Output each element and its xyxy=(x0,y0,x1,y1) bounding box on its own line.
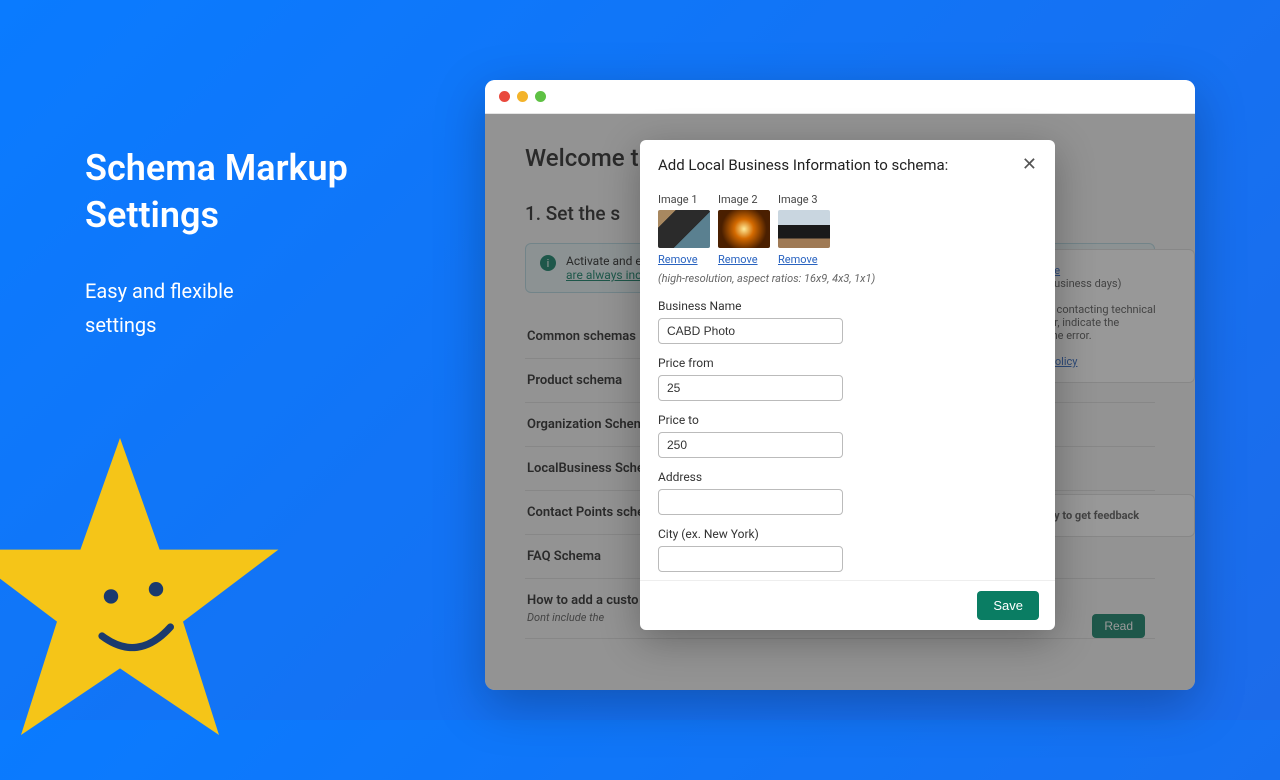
modal-body[interactable]: Image 1 Remove Image 2 Remove Image 3 Re… xyxy=(640,189,1055,580)
remove-image-2[interactable]: Remove xyxy=(718,253,758,266)
traffic-lights[interactable] xyxy=(499,91,546,102)
window-titlebar xyxy=(485,80,1195,114)
maximize-window-icon[interactable] xyxy=(535,91,546,102)
promo-text: Schema Markup Settings Easy and flexible… xyxy=(85,145,348,342)
image-thumbnail-3[interactable] xyxy=(778,210,830,248)
close-icon[interactable]: ✕ xyxy=(1022,154,1037,175)
image-hint: (high-resolution, aspect ratios: 16x9, 4… xyxy=(658,272,1037,285)
remove-image-3[interactable]: Remove xyxy=(778,253,818,266)
promo-subtitle: Easy and flexible settings xyxy=(85,274,348,342)
price-to-label: Price to xyxy=(658,413,1037,427)
price-from-input[interactable] xyxy=(658,375,843,401)
address-input[interactable] xyxy=(658,489,843,515)
star-mascot-icon xyxy=(0,420,300,780)
local-business-modal: Add Local Business Information to schema… xyxy=(640,140,1055,630)
address-label: Address xyxy=(658,470,1037,484)
price-to-input[interactable] xyxy=(658,432,843,458)
image-uploads: Image 1 Remove Image 2 Remove Image 3 Re… xyxy=(658,193,1037,266)
business-name-input[interactable] xyxy=(658,318,843,344)
price-from-label: Price from xyxy=(658,356,1037,370)
modal-footer: Save xyxy=(640,580,1055,630)
remove-image-1[interactable]: Remove xyxy=(658,253,698,266)
image-thumbnail-1[interactable] xyxy=(658,210,710,248)
city-input[interactable] xyxy=(658,546,843,572)
promo-title: Schema Markup Settings xyxy=(85,145,348,239)
close-window-icon[interactable] xyxy=(499,91,510,102)
modal-title: Add Local Business Information to schema… xyxy=(658,156,948,174)
save-button[interactable]: Save xyxy=(977,591,1039,620)
minimize-window-icon[interactable] xyxy=(517,91,528,102)
business-name-label: Business Name xyxy=(658,299,1037,313)
city-label: City (ex. New York) xyxy=(658,527,1037,541)
image-thumbnail-2[interactable] xyxy=(718,210,770,248)
modal-header: Add Local Business Information to schema… xyxy=(640,140,1055,189)
